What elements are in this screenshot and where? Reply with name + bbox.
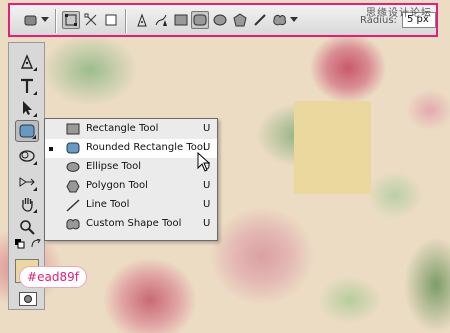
menu-item-custom-shape-tool[interactable]: Custom Shape Tool U [45, 215, 217, 234]
custom-shape-dropdown[interactable] [289, 11, 299, 29]
fill-pixels-button[interactable] [102, 11, 120, 29]
watermark-text: 思缘设计论坛 [366, 8, 432, 19]
line-icon [254, 14, 266, 26]
tool-group-indicator [33, 209, 37, 213]
polygon-icon [65, 179, 81, 193]
mouse-cursor-icon [197, 152, 211, 172]
tool-group-indicator [33, 113, 37, 117]
tool-group-indicator [33, 187, 37, 191]
separator [55, 9, 57, 33]
tool-group-indicator [33, 67, 37, 71]
rectangle-icon [174, 14, 188, 26]
selected-bullet [49, 147, 53, 151]
tool-preset-picker[interactable] [22, 11, 40, 29]
rectangle-shape-button[interactable] [172, 11, 190, 29]
zoom-tool[interactable] [15, 216, 39, 238]
menu-item-polygon-tool[interactable]: Polygon Tool U [45, 177, 217, 196]
path-selection-tool[interactable] [15, 97, 39, 119]
custom-shape-icon [273, 14, 286, 26]
shape-layers-icon [65, 14, 77, 26]
rounded-rectangle-preset-icon [24, 15, 37, 26]
shortcut-key: U [203, 123, 211, 134]
shortcut-key: U [203, 218, 211, 229]
menu-item-rounded-rectangle-tool[interactable]: Rounded Rectangle Tool U [45, 139, 217, 158]
zoom-icon [20, 220, 35, 235]
rounded-rectangle-icon [193, 14, 207, 26]
3d-rotate-tool[interactable] [15, 145, 39, 167]
paths-icon [84, 13, 97, 26]
menu-item-label: Ellipse Tool [86, 161, 141, 172]
menu-item-label: Polygon Tool [86, 180, 148, 191]
hand-tool[interactable] [15, 193, 39, 215]
menu-item-label: Rounded Rectangle Tool [86, 142, 206, 153]
tool-group-indicator [33, 161, 37, 165]
menu-item-line-tool[interactable]: Line Tool U [45, 196, 217, 215]
shape-tools-flyout-menu: Rectangle Tool U Rounded Rectangle Tool … [44, 118, 218, 241]
ellipse-shape-button[interactable] [211, 11, 229, 29]
shortcut-key: U [203, 199, 211, 210]
menu-item-label: Rectangle Tool [86, 123, 159, 134]
type-tool[interactable] [15, 75, 39, 97]
menu-item-label: Custom Shape Tool [86, 218, 182, 229]
tool-group-indicator [32, 135, 36, 139]
tool-group-indicator [33, 91, 37, 95]
rectangle-icon [65, 122, 81, 136]
pen-tool-button[interactable] [133, 11, 151, 29]
shape-tool-active[interactable] [15, 120, 39, 142]
custom-shape-icon [65, 217, 81, 231]
separator [125, 9, 127, 33]
swap-colors-icon[interactable] [31, 239, 41, 249]
rounded-rectangle-icon [65, 141, 81, 155]
polygon-shape-button[interactable] [231, 11, 249, 29]
chevron-down-icon [41, 17, 49, 22]
ellipse-icon [65, 160, 81, 174]
polygon-icon [233, 13, 247, 27]
preset-dropdown-arrow[interactable] [40, 11, 50, 29]
freeform-pen-button[interactable] [152, 11, 170, 29]
default-colors-icon[interactable] [15, 239, 25, 249]
chevron-down-icon [290, 17, 298, 22]
color-hex-callout: #ead89f [19, 266, 87, 288]
line-icon [65, 198, 81, 212]
options-bar: Radius: 5 px 思缘设计论坛 [8, 3, 438, 37]
shape-layers-button[interactable] [62, 11, 80, 29]
rounded-rectangle-shape-preview [294, 101, 371, 194]
3d-camera-tool[interactable] [15, 171, 39, 193]
ellipse-icon [213, 14, 227, 26]
paths-button[interactable] [82, 11, 100, 29]
menu-item-label: Line Tool [86, 199, 130, 210]
quick-mask-button[interactable] [19, 292, 37, 306]
custom-shape-button[interactable] [271, 11, 289, 29]
menu-item-rectangle-tool[interactable]: Rectangle Tool U [45, 120, 217, 139]
menu-item-ellipse-tool[interactable]: Ellipse Tool U [45, 158, 217, 177]
quick-mask-icon [24, 295, 32, 303]
pen-tool[interactable] [15, 51, 39, 73]
shortcut-key: U [203, 180, 211, 191]
pen-icon [137, 13, 147, 27]
rounded-rectangle-shape-button[interactable] [191, 11, 209, 29]
freeform-pen-icon [155, 14, 167, 26]
line-shape-button[interactable] [251, 11, 269, 29]
fill-pixels-icon [105, 14, 117, 26]
